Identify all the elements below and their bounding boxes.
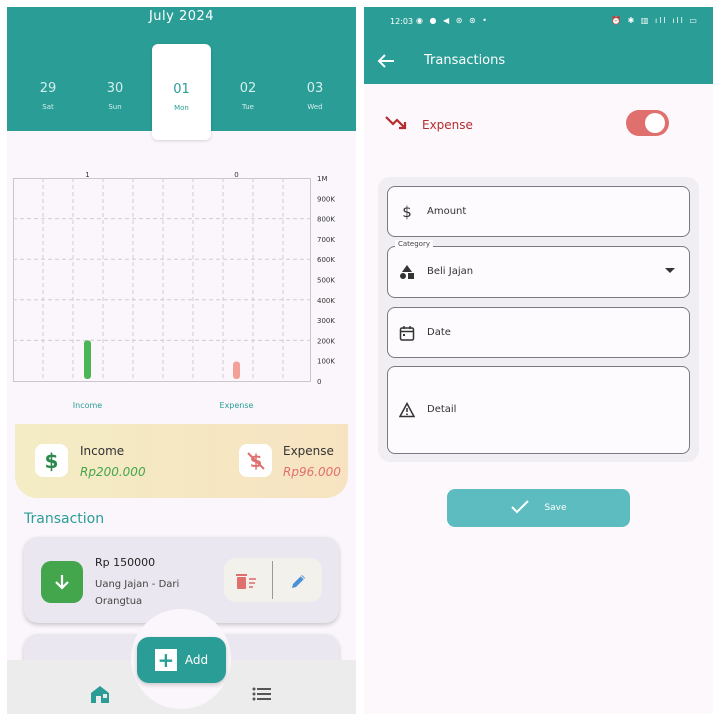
detail-placeholder: Detail: [427, 404, 457, 415]
y-tick-label: 400K: [317, 297, 335, 305]
expense-value: Rp96.000: [283, 465, 341, 479]
arrow-down-icon: [41, 561, 83, 603]
category-label: Category: [395, 240, 433, 248]
back-arrow-icon[interactable]: [376, 51, 396, 71]
plus-icon: +: [154, 649, 177, 671]
actions-divider: [272, 561, 273, 599]
dropdown-arrow-icon: [665, 268, 675, 273]
bar-income: [84, 340, 91, 379]
date-placeholder: Date: [427, 327, 451, 338]
dollar-icon: $: [402, 203, 412, 221]
transaction-description: Uang Jajan - Dari Orangtua: [95, 579, 180, 607]
y-tick-label: 100K: [317, 358, 335, 366]
expense-toggle[interactable]: [626, 110, 669, 136]
bar-top-label: 1: [85, 171, 89, 179]
add-button[interactable]: + Add: [137, 637, 226, 683]
y-tick-label: 0: [317, 378, 321, 386]
transaction-type-label: Expense: [422, 118, 473, 132]
transaction-type-row: Expense: [364, 107, 713, 143]
day-30[interactable]: 30 Sun: [85, 81, 145, 111]
date-field[interactable]: Date: [387, 307, 690, 358]
app-bar: 12:03 ◉ ● ◀ ⊛ ⊛ • ⏰ ✱ ▥ ıll ıll ▭ Transa…: [364, 7, 713, 84]
check-icon: [510, 499, 530, 518]
chart-svg: 0 100K 200K 300K 400K 500K 600K 700K 800K 900K 1M 1…: [13, 171, 335, 410]
y-tick-label: 200K: [317, 337, 335, 345]
transaction-form-screen: 12:03 ◉ ● ◀ ⊛ ⊛ • ⏰ ✱ ▥ ıll ıll ▭ Transa…: [364, 7, 713, 714]
dollar-icon: $: [35, 444, 68, 477]
y-tick-label: 600K: [317, 256, 335, 264]
category-select[interactable]: Category Beli Jajan: [387, 240, 690, 298]
category-label: Expense: [220, 401, 254, 410]
income-value: Rp200.000: [80, 465, 146, 479]
day-02[interactable]: 02 Tue: [218, 81, 278, 111]
status-time: 12:03: [390, 17, 414, 26]
save-label: Save: [544, 503, 567, 513]
page-title: Transactions: [424, 53, 506, 68]
calendar-icon: [399, 325, 415, 341]
amount-placeholder: Amount: [427, 206, 467, 217]
no-money-icon: $: [239, 444, 272, 477]
form-card: $ Amount Category Beli Jajan Date Detail: [378, 177, 699, 462]
y-tick-label: 1M: [317, 175, 328, 183]
detail-field[interactable]: Detail: [387, 366, 690, 454]
day-03[interactable]: 03 Wed: [285, 81, 345, 111]
edit-icon[interactable]: [287, 569, 311, 593]
delete-icon[interactable]: [234, 569, 258, 593]
add-button-label: Add: [184, 653, 209, 667]
system-icons: ⏰ ✱ ▥ ıll ıll ▭: [611, 16, 699, 25]
income-label: Income: [80, 444, 125, 458]
category-value: Beli Jajan: [427, 266, 474, 277]
notification-icons: ◉ ● ◀ ⊛ ⊛ •: [416, 16, 489, 25]
status-bar: 12:03 ◉ ● ◀ ⊛ ⊛ • ⏰ ✱ ▥ ıll ıll ▭: [364, 7, 713, 35]
trending-down-icon: [384, 113, 408, 137]
y-tick-label: 700K: [317, 236, 335, 244]
transaction-section-title: Transaction: [24, 511, 105, 527]
category-label: Income: [73, 401, 103, 410]
month-label: July 2024: [148, 9, 215, 24]
bar-top-label: 0: [234, 171, 238, 179]
day-01-selected[interactable]: 01 Mon: [152, 44, 211, 140]
y-tick-label: 300K: [317, 317, 335, 325]
y-tick-label: 500K: [317, 277, 335, 285]
home-icon[interactable]: [88, 682, 112, 706]
list-icon[interactable]: [250, 682, 274, 706]
transaction-amount: Rp 150000: [95, 556, 156, 569]
home-screen: July 2024 29 Sat 30 Sun 02 Tue 03 Wed 01…: [7, 7, 356, 714]
save-button[interactable]: Save: [447, 489, 630, 527]
category-shapes-icon: [399, 264, 415, 280]
summary-card: $ Income Rp200.000 $ Expense Rp96.000: [15, 424, 348, 498]
income-expense-chart: 0 100K 200K 300K 400K 500K 600K 700K 800K 900K 1M 1…: [13, 170, 348, 410]
y-tick-label: 800K: [317, 216, 335, 224]
y-tick-label: 900K: [317, 195, 335, 203]
day-29[interactable]: 29 Sat: [18, 81, 78, 111]
warning-icon: [399, 402, 415, 418]
transaction-actions: [224, 558, 322, 602]
chart-frame: [13, 178, 311, 382]
amount-field[interactable]: $ Amount: [387, 186, 690, 237]
bar-expense: [233, 361, 240, 379]
expense-label: Expense: [283, 444, 334, 458]
toggle-knob: [645, 113, 665, 133]
